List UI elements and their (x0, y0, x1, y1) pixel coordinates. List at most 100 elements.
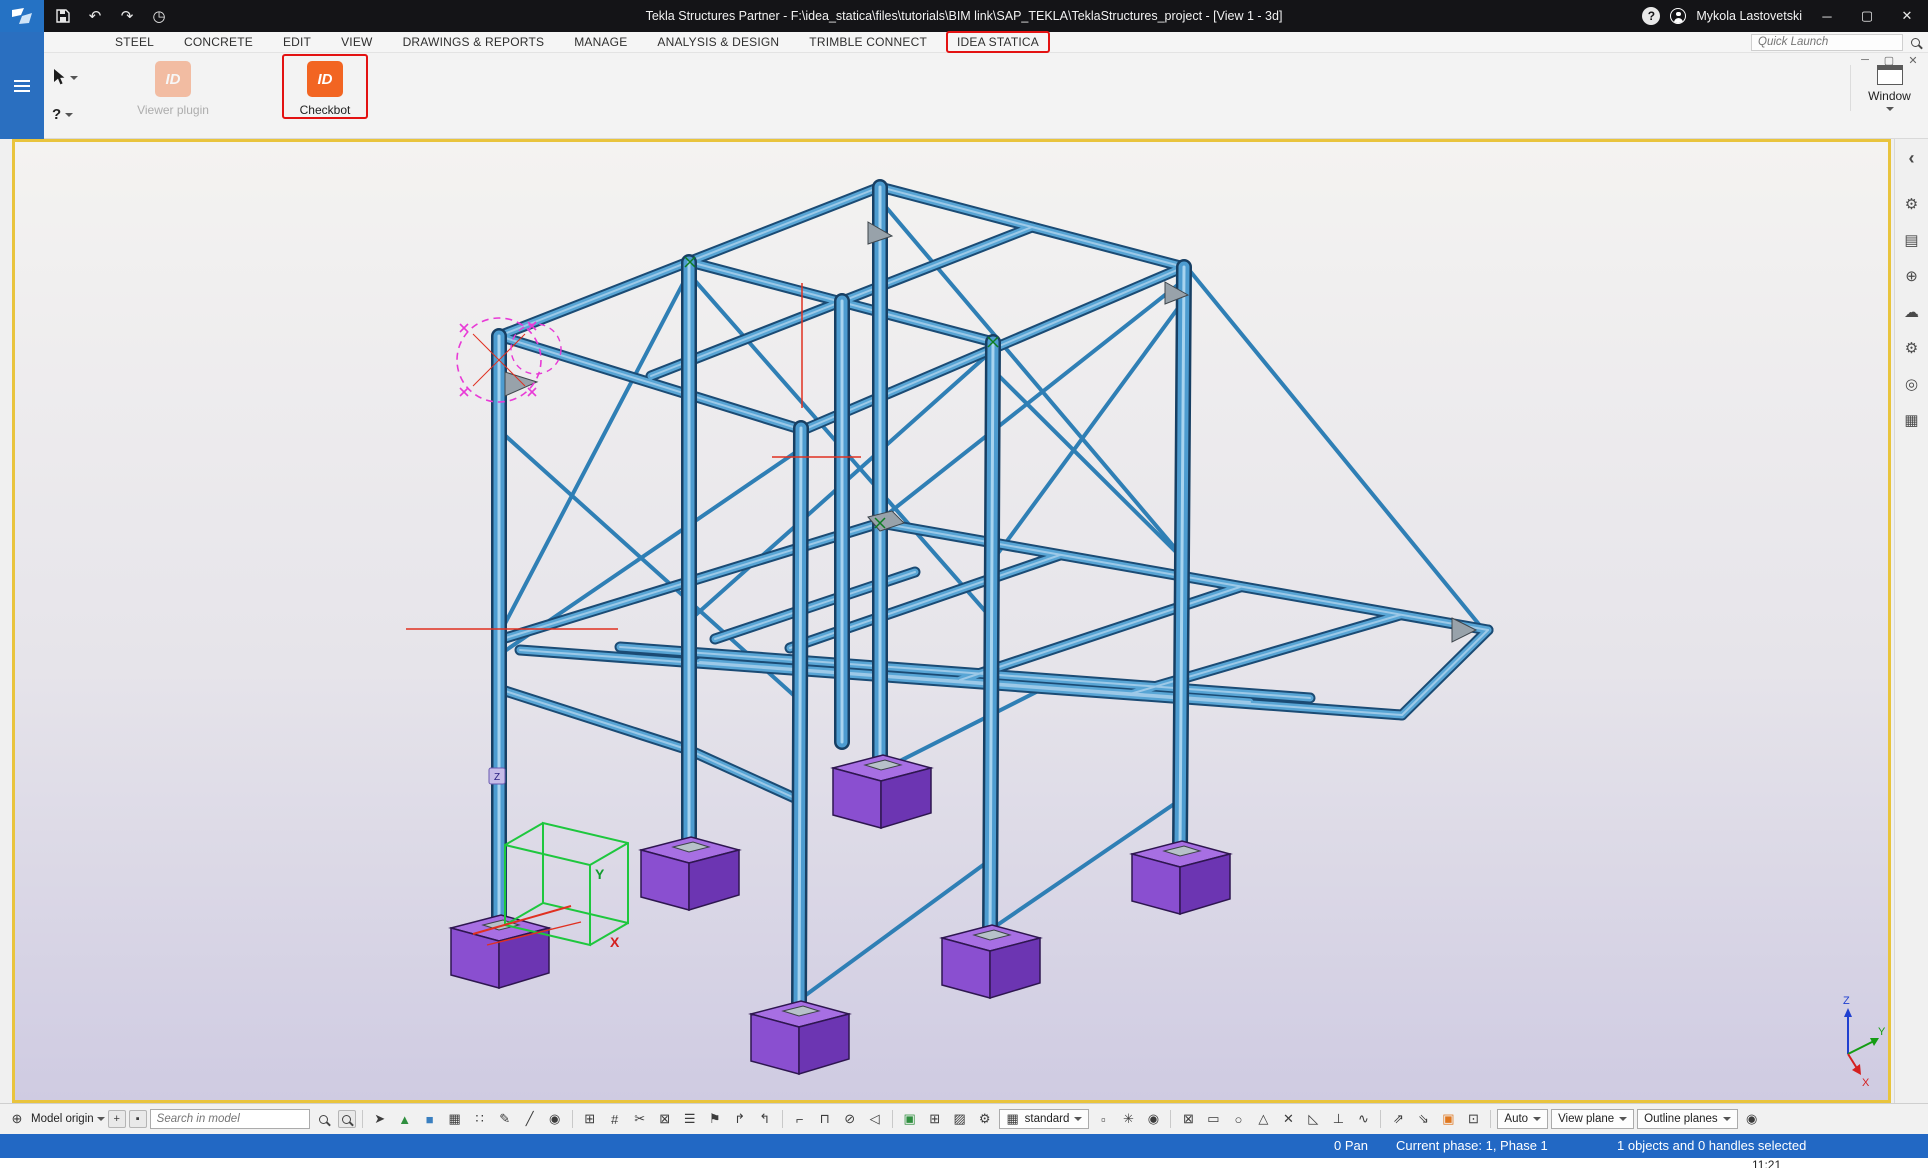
snap-corner-icon[interactable]: ⌐ (789, 1109, 811, 1129)
standard-dropdown[interactable]: ▦ standard (999, 1109, 1090, 1129)
tab-idea-statica[interactable]: IDEA STATICA (942, 33, 1054, 51)
outline-planes-dropdown[interactable]: Outline planes (1637, 1109, 1738, 1129)
help-tool[interactable]: ? (52, 106, 73, 123)
settings-gear-icon[interactable]: ⚙ (1900, 337, 1924, 359)
gear-question-icon[interactable]: ⚙ (1900, 193, 1924, 215)
snap-arrow-up-icon[interactable]: ↱ (729, 1109, 751, 1129)
history-icon[interactable]: ◷ (146, 5, 172, 27)
footings-group[interactable] (451, 755, 1230, 1074)
quick-launch-input[interactable] (1751, 34, 1903, 51)
select-grid-icon[interactable]: ▦ (444, 1109, 466, 1129)
help-icon[interactable]: ? (1642, 7, 1660, 25)
tab-steel[interactable]: STEEL (100, 33, 169, 51)
clip-box-icon[interactable]: ⊡ (1462, 1109, 1484, 1129)
snap-asterisk-icon[interactable]: ✳ (1117, 1109, 1139, 1129)
view-plane-label: View plane (1558, 1113, 1614, 1125)
eye-icon[interactable]: ◉ (1741, 1109, 1763, 1129)
override-box-icon[interactable]: ⊠ (1177, 1109, 1199, 1129)
select-area-blue-icon[interactable]: ■ (419, 1109, 441, 1129)
snap-triangle-icon[interactable]: ◁ (864, 1109, 886, 1129)
tab-label: CONCRETE (184, 35, 253, 49)
tab-trimble-connect[interactable]: TRIMBLE CONNECT (794, 33, 942, 51)
component-gear-icon[interactable]: ⚙ (974, 1109, 996, 1129)
select-pen-icon[interactable]: ✎ (494, 1109, 516, 1129)
select-area-green-icon[interactable]: ▲ (394, 1109, 416, 1129)
snap-box-icon[interactable]: ⊠ (654, 1109, 676, 1129)
tab-drawings-reports[interactable]: DRAWINGS & REPORTS (388, 33, 560, 51)
search-icon[interactable] (1911, 38, 1920, 47)
auto-dropdown[interactable]: Auto (1497, 1109, 1548, 1129)
override-circle-icon[interactable]: ○ (1227, 1109, 1249, 1129)
model-viewport[interactable]: Z Y X (12, 139, 1891, 1103)
components-blocks-icon[interactable]: ▦ (1900, 409, 1924, 431)
user-name[interactable]: Mykola Lastovetski (1696, 9, 1802, 23)
window-group-button[interactable]: Window (1850, 65, 1918, 111)
snap-frame-icon[interactable]: ⊓ (814, 1109, 836, 1129)
search-options-icon[interactable] (338, 1110, 356, 1128)
globe-icon[interactable]: ⊕ (1900, 265, 1924, 287)
chevron-down-icon (1074, 1117, 1082, 1121)
snap-none-icon[interactable]: ⊘ (839, 1109, 861, 1129)
model-origin-dropdown[interactable]: ⊕ Model origin (6, 1109, 105, 1129)
model-3d-view[interactable]: Z Y X (15, 142, 1888, 1100)
clip-orange-icon[interactable]: ▣ (1437, 1109, 1459, 1129)
color-swatch-button[interactable]: ▪ (129, 1110, 147, 1128)
override-rect-icon[interactable]: ▭ (1202, 1109, 1224, 1129)
snap-flag-icon[interactable]: ⚑ (704, 1109, 726, 1129)
save-icon[interactable] (50, 5, 76, 27)
reference-target-icon[interactable]: ◎ (1900, 373, 1924, 395)
undo-icon[interactable]: ↶ (82, 5, 108, 27)
component-select-icon[interactable]: ▣ (899, 1109, 921, 1129)
checkbot-button[interactable]: ID Checkbot (270, 61, 380, 117)
tab-view[interactable]: VIEW (326, 33, 387, 51)
redo-icon[interactable]: ↷ (114, 5, 140, 27)
search-icon[interactable] (313, 1109, 335, 1129)
separator (362, 1110, 363, 1128)
cube-y-label: Y (595, 866, 605, 882)
minimize-button[interactable]: ─ (1812, 3, 1842, 29)
ghost-outline-icon[interactable]: ▫ (1092, 1109, 1114, 1129)
search-in-model-input[interactable] (150, 1109, 310, 1129)
maximize-button[interactable]: ▢ (1852, 3, 1882, 29)
user-avatar-icon[interactable] (1670, 8, 1686, 24)
select-weld-icon[interactable]: ◉ (544, 1109, 566, 1129)
tab-label: EDIT (283, 35, 311, 49)
collapse-chevron-icon[interactable]: ‹ (1900, 147, 1924, 169)
select-line-icon[interactable]: ╱ (519, 1109, 541, 1129)
override-wave-icon[interactable]: ∿ (1352, 1109, 1374, 1129)
chevron-down-icon (1723, 1117, 1731, 1121)
list-panel-icon[interactable]: ▤ (1900, 229, 1924, 251)
measure-up-icon[interactable]: ⇗ (1387, 1109, 1409, 1129)
snap-grid-icon[interactable]: ⊞ (579, 1109, 601, 1129)
concrete-footing[interactable] (833, 755, 931, 828)
component-hatch-icon[interactable]: ▨ (949, 1109, 971, 1129)
component-grid-icon[interactable]: ⊞ (924, 1109, 946, 1129)
select-components-icon[interactable]: ∷ (469, 1109, 491, 1129)
tab-manage[interactable]: MANAGE (559, 33, 642, 51)
concrete-footing[interactable] (641, 837, 739, 910)
override-triangle-icon[interactable]: △ (1252, 1109, 1274, 1129)
close-button[interactable]: ✕ (1892, 3, 1922, 29)
snap-lines-icon[interactable]: ☰ (679, 1109, 701, 1129)
override-cross-icon[interactable]: ✕ (1277, 1109, 1299, 1129)
concrete-footing[interactable] (1132, 841, 1230, 914)
concrete-footing[interactable] (942, 925, 1040, 998)
file-menu-strip[interactable] (0, 32, 44, 139)
tab-analysis-design[interactable]: ANALYSIS & DESIGN (642, 33, 794, 51)
snap-arrow-down-icon[interactable]: ↰ (754, 1109, 776, 1129)
view-plane-dropdown[interactable]: View plane (1551, 1109, 1634, 1129)
add-point-button[interactable]: + (108, 1110, 126, 1128)
override-corner-icon[interactable]: ◺ (1302, 1109, 1324, 1129)
snap-hash-icon[interactable]: # (604, 1109, 626, 1129)
measure-down-icon[interactable]: ⇘ (1412, 1109, 1434, 1129)
pointer-tool[interactable] (52, 69, 78, 86)
concrete-footing[interactable] (751, 1001, 849, 1074)
tab-edit[interactable]: EDIT (268, 33, 326, 51)
select-pointer-icon[interactable]: ➤ (369, 1109, 391, 1129)
tab-concrete[interactable]: CONCRETE (169, 33, 268, 51)
cloud-icon[interactable]: ☁ (1900, 301, 1924, 323)
snap-cut-icon[interactable]: ✂ (629, 1109, 651, 1129)
override-perp-icon[interactable]: ⊥ (1327, 1109, 1349, 1129)
snap-view-icon[interactable]: ◉ (1142, 1109, 1164, 1129)
workplane-indicator[interactable]: Z (489, 768, 505, 784)
